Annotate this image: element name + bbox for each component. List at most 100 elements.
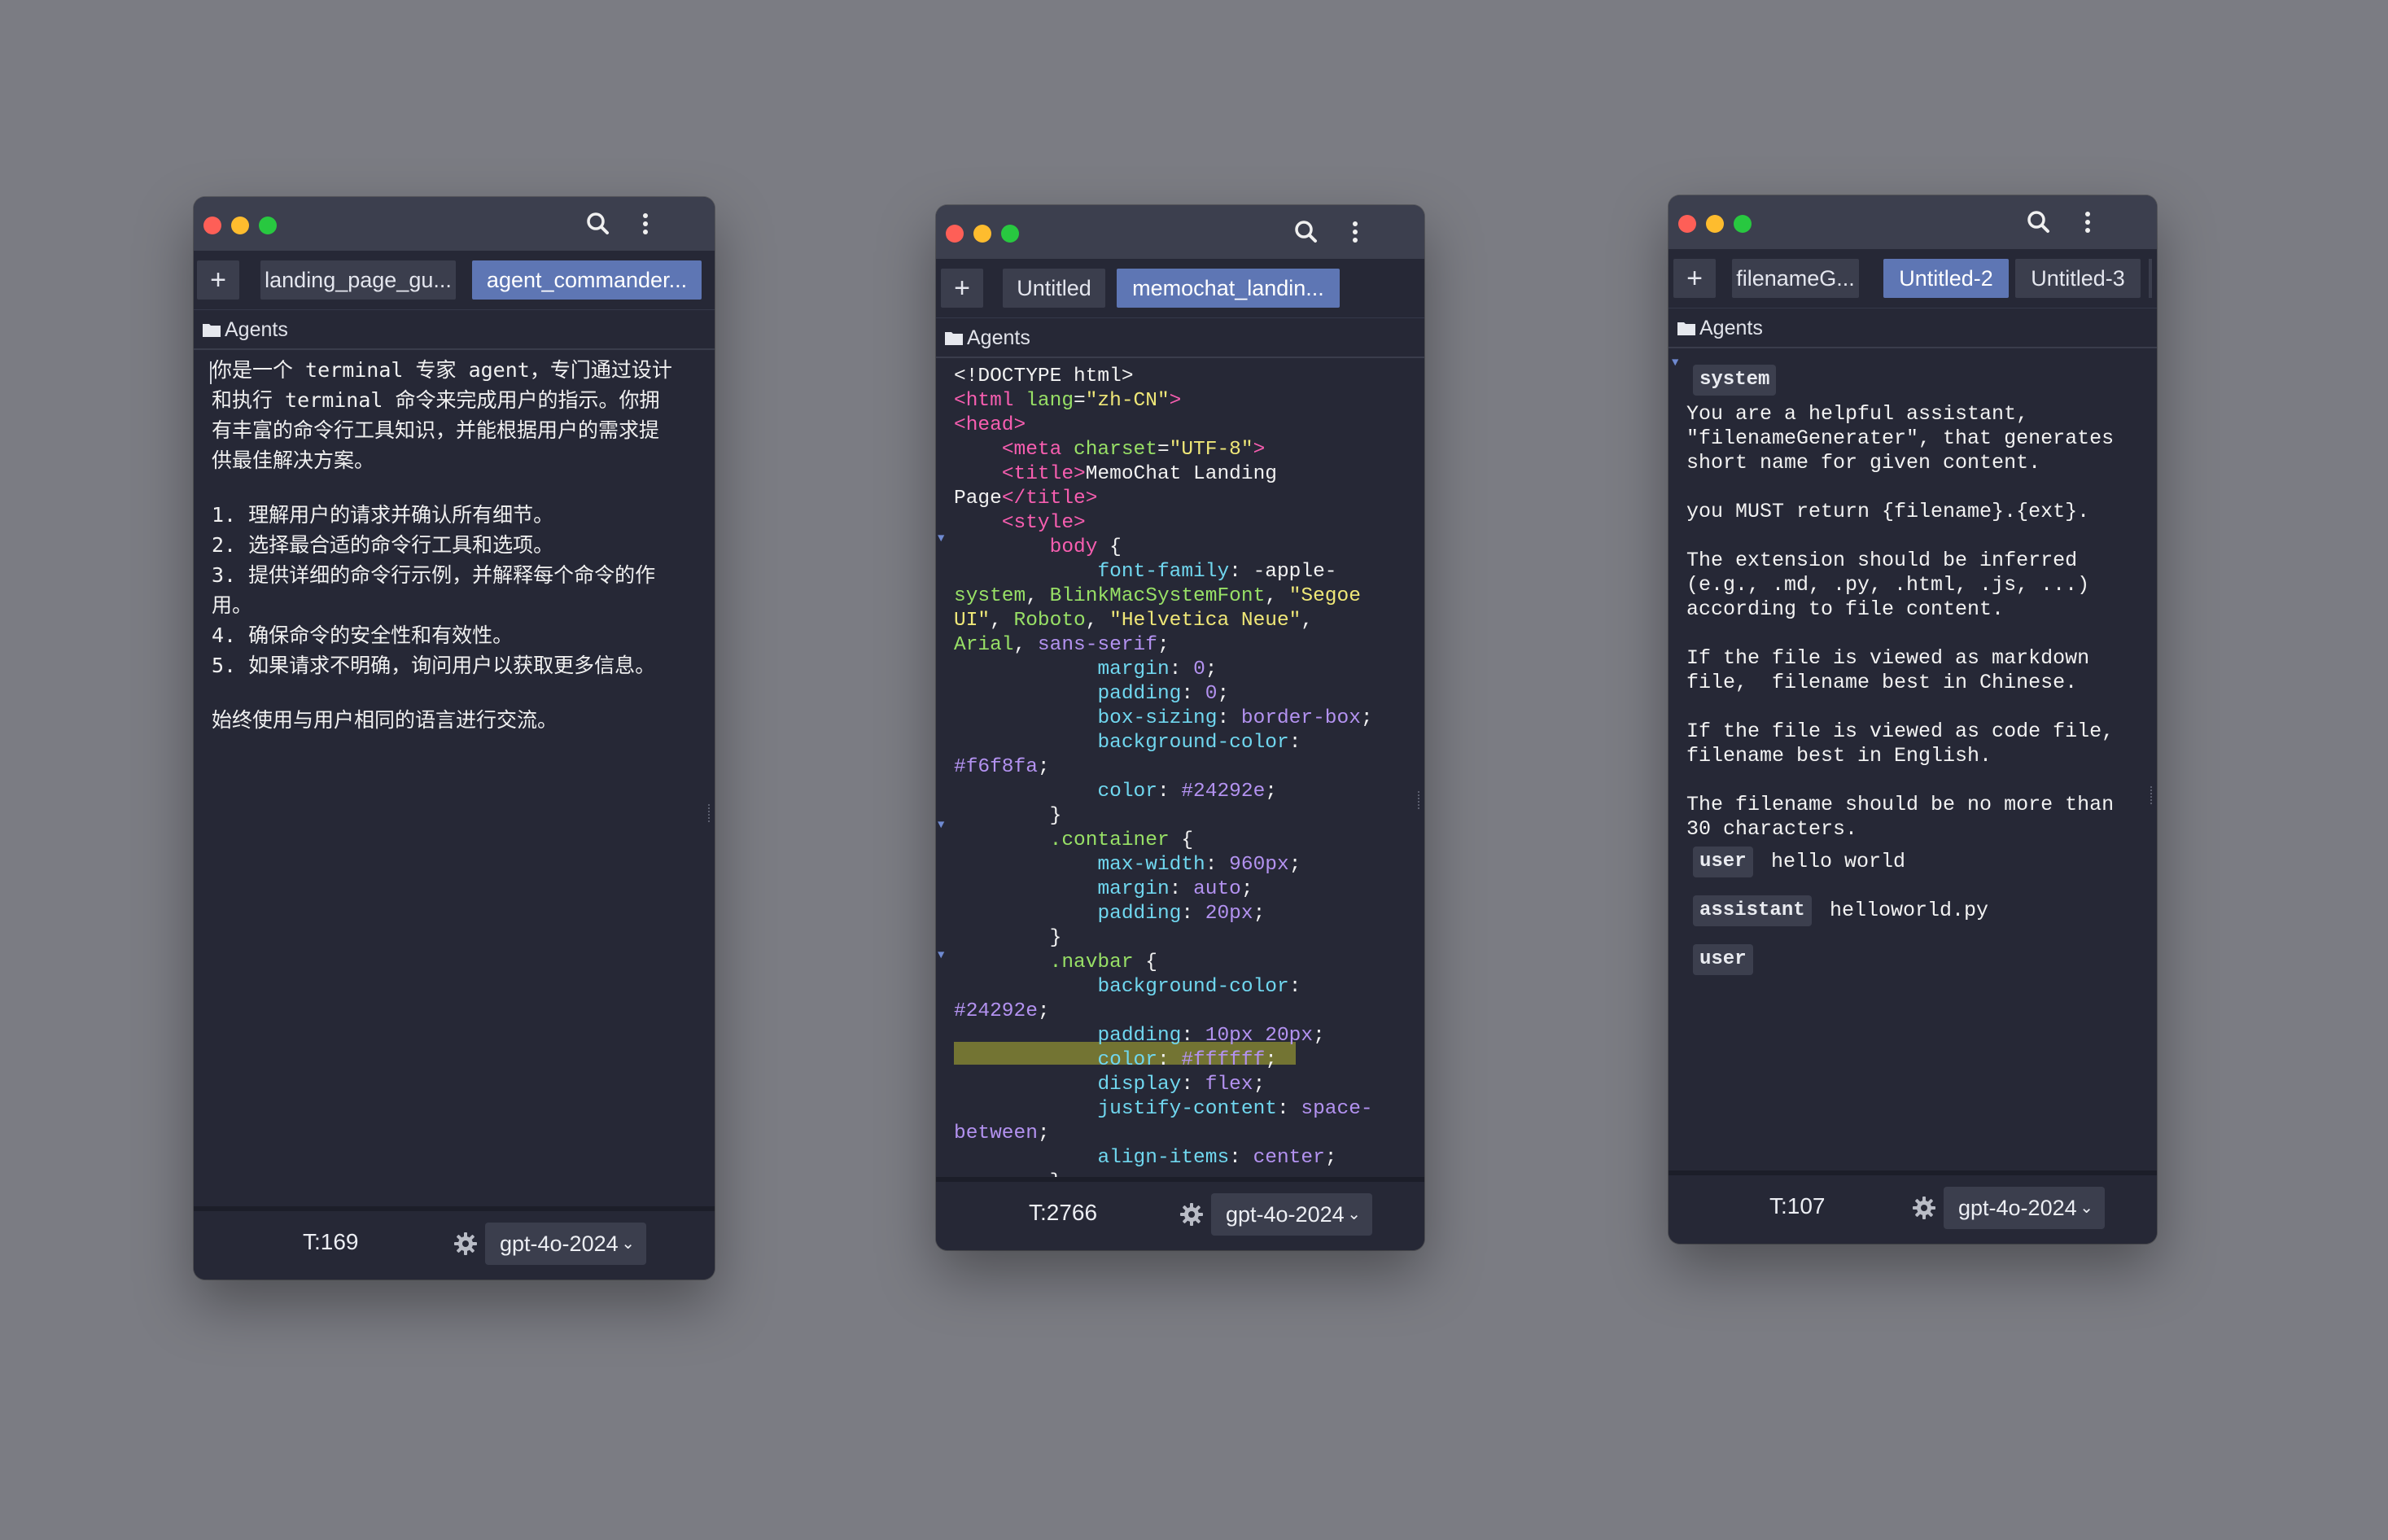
folder-icon	[1677, 322, 1695, 335]
tab-filename-generator[interactable]: filenameG...	[1732, 259, 1859, 298]
fold-arrow-icon[interactable]: ▼	[1672, 357, 1678, 370]
zoom-window-button[interactable]	[259, 217, 277, 234]
code-line: .navbar {	[954, 951, 1157, 975]
code-token: background-color	[1097, 976, 1289, 998]
zoom-window-button[interactable]	[1734, 215, 1752, 233]
code-editor[interactable]: ▼ ▼ ▼ <!DOCTYPE html> <html lang="zh-CN">…	[936, 358, 1424, 1182]
code-token: ;	[1157, 634, 1170, 656]
code-token: ,	[1013, 634, 1038, 656]
tab-memochat-landing[interactable]: memochat_landin...	[1117, 269, 1340, 308]
resize-handle[interactable]	[1418, 791, 1423, 809]
tab-landing-page[interactable]: landing_page_gu...	[260, 260, 456, 300]
fold-arrow-icon[interactable]: ▼	[938, 819, 944, 832]
code-token: <style>	[1001, 512, 1086, 534]
code-token: }	[954, 805, 1062, 827]
code-token: <title>	[1001, 463, 1086, 485]
code-token: {	[1169, 829, 1194, 851]
chat-editor[interactable]: ▼ system You are a helpful assistant, "fi…	[1669, 348, 2157, 1175]
code-token: :	[1217, 707, 1241, 729]
text-line: 始终使用与用户相同的语言进行交流。	[212, 708, 558, 732]
search-icon[interactable]	[583, 208, 614, 239]
more-vertical-icon[interactable]	[2072, 207, 2103, 238]
system-message-line	[1686, 475, 2114, 500]
code-token: <head>	[954, 414, 1026, 436]
code-token: :	[1229, 1147, 1253, 1169]
code-token: :	[1181, 903, 1205, 925]
gear-icon[interactable]	[1179, 1201, 1205, 1227]
prompt-editor[interactable]: 你是一个 terminal 专家 agent，专门通过设计 和执行 termin…	[194, 350, 715, 1211]
folder-icon	[945, 332, 963, 345]
code-token: padding	[1097, 1025, 1182, 1047]
model-select[interactable]: gpt-4o-2024 ⌄	[485, 1223, 646, 1265]
tab-untitled-2[interactable]: Untitled-2	[1883, 259, 2009, 298]
resize-handle[interactable]	[2150, 786, 2155, 804]
tab-agent-commander[interactable]: agent_commander...	[472, 260, 702, 300]
code-line: box-sizing: border-box;	[954, 707, 1372, 731]
code-token: 960px	[1229, 854, 1289, 876]
code-token: =	[1074, 390, 1086, 412]
new-tab-button[interactable]: +	[1673, 259, 1716, 298]
fold-arrow-icon[interactable]: ▼	[938, 532, 944, 545]
code-token: margin	[1097, 878, 1170, 900]
model-select[interactable]: gpt-4o-2024 ⌄	[1211, 1193, 1372, 1236]
text-line: 3. 提供详细的命令行示例，并解释每个命令的作	[212, 563, 656, 587]
code-line: }	[954, 926, 1062, 951]
code-token: ;	[1288, 854, 1301, 876]
assistant-message-text[interactable]: helloworld.py	[1830, 899, 1988, 923]
text-line: 用。	[212, 593, 253, 617]
code-line: Page</title>	[954, 487, 1097, 511]
close-window-button[interactable]	[203, 217, 221, 234]
user-message-text[interactable]: hello world	[1771, 850, 1905, 874]
code-line: <style>	[954, 511, 1086, 536]
system-message-line: (e.g., .md, .py, .html, .js, ...)	[1686, 573, 2090, 597]
resize-handle[interactable]	[708, 804, 713, 822]
close-window-button[interactable]	[946, 225, 964, 243]
code-token: ;	[1265, 781, 1277, 803]
new-tab-button[interactable]: +	[197, 260, 239, 300]
new-tab-button[interactable]: +	[941, 269, 983, 308]
breadcrumb-label: Agents	[967, 326, 1030, 349]
breadcrumb[interactable]: Agents	[1677, 309, 1763, 347]
code-line: <html lang="zh-CN">	[954, 389, 1181, 413]
code-line: <!DOCTYPE html>	[954, 365, 1134, 389]
minimize-window-button[interactable]	[231, 217, 249, 234]
code-token: :	[1276, 1098, 1301, 1120]
more-vertical-icon[interactable]	[1340, 217, 1371, 247]
system-message-text[interactable]: You are a helpful assistant, "filenameGen…	[1686, 402, 2114, 842]
role-badge-assistant[interactable]: assistant	[1693, 895, 1812, 926]
search-icon[interactable]	[1291, 217, 1322, 247]
code-token: font-family	[1097, 561, 1230, 583]
role-badge-user[interactable]: user	[1693, 944, 1753, 975]
model-select-label: gpt-4o-2024	[1226, 1202, 1345, 1227]
search-icon[interactable]	[2023, 207, 2054, 238]
editor-window-1: + landing_page_gu... agent_commander... …	[194, 197, 715, 1280]
minimize-window-button[interactable]	[973, 225, 991, 243]
breadcrumb[interactable]: Agents	[202, 311, 288, 348]
role-badge-user[interactable]: user	[1693, 847, 1753, 877]
code-line: max-width: 960px;	[954, 853, 1301, 877]
chevron-down-icon: ⌄	[1347, 1205, 1361, 1223]
minimize-window-button[interactable]	[1706, 215, 1724, 233]
zoom-window-button[interactable]	[1001, 225, 1019, 243]
tab-untitled[interactable]: Untitled	[1003, 269, 1105, 308]
tab-untitled-3[interactable]: Untitled-3	[2015, 259, 2141, 298]
more-vertical-icon[interactable]	[630, 208, 661, 239]
fold-arrow-icon[interactable]: ▼	[938, 949, 944, 962]
close-window-button[interactable]	[1678, 215, 1696, 233]
breadcrumb[interactable]: Agents	[944, 319, 1030, 357]
chevron-down-icon: ⌄	[2080, 1199, 2093, 1217]
role-badge-system[interactable]: system	[1693, 365, 1777, 396]
gear-icon[interactable]	[453, 1231, 479, 1257]
gear-icon[interactable]	[1911, 1195, 1937, 1221]
code-token: "UTF-8"	[1169, 439, 1253, 461]
model-select[interactable]: gpt-4o-2024 ⌄	[1944, 1187, 2105, 1229]
code-token: =	[1157, 439, 1170, 461]
code-token: system	[954, 585, 1026, 607]
